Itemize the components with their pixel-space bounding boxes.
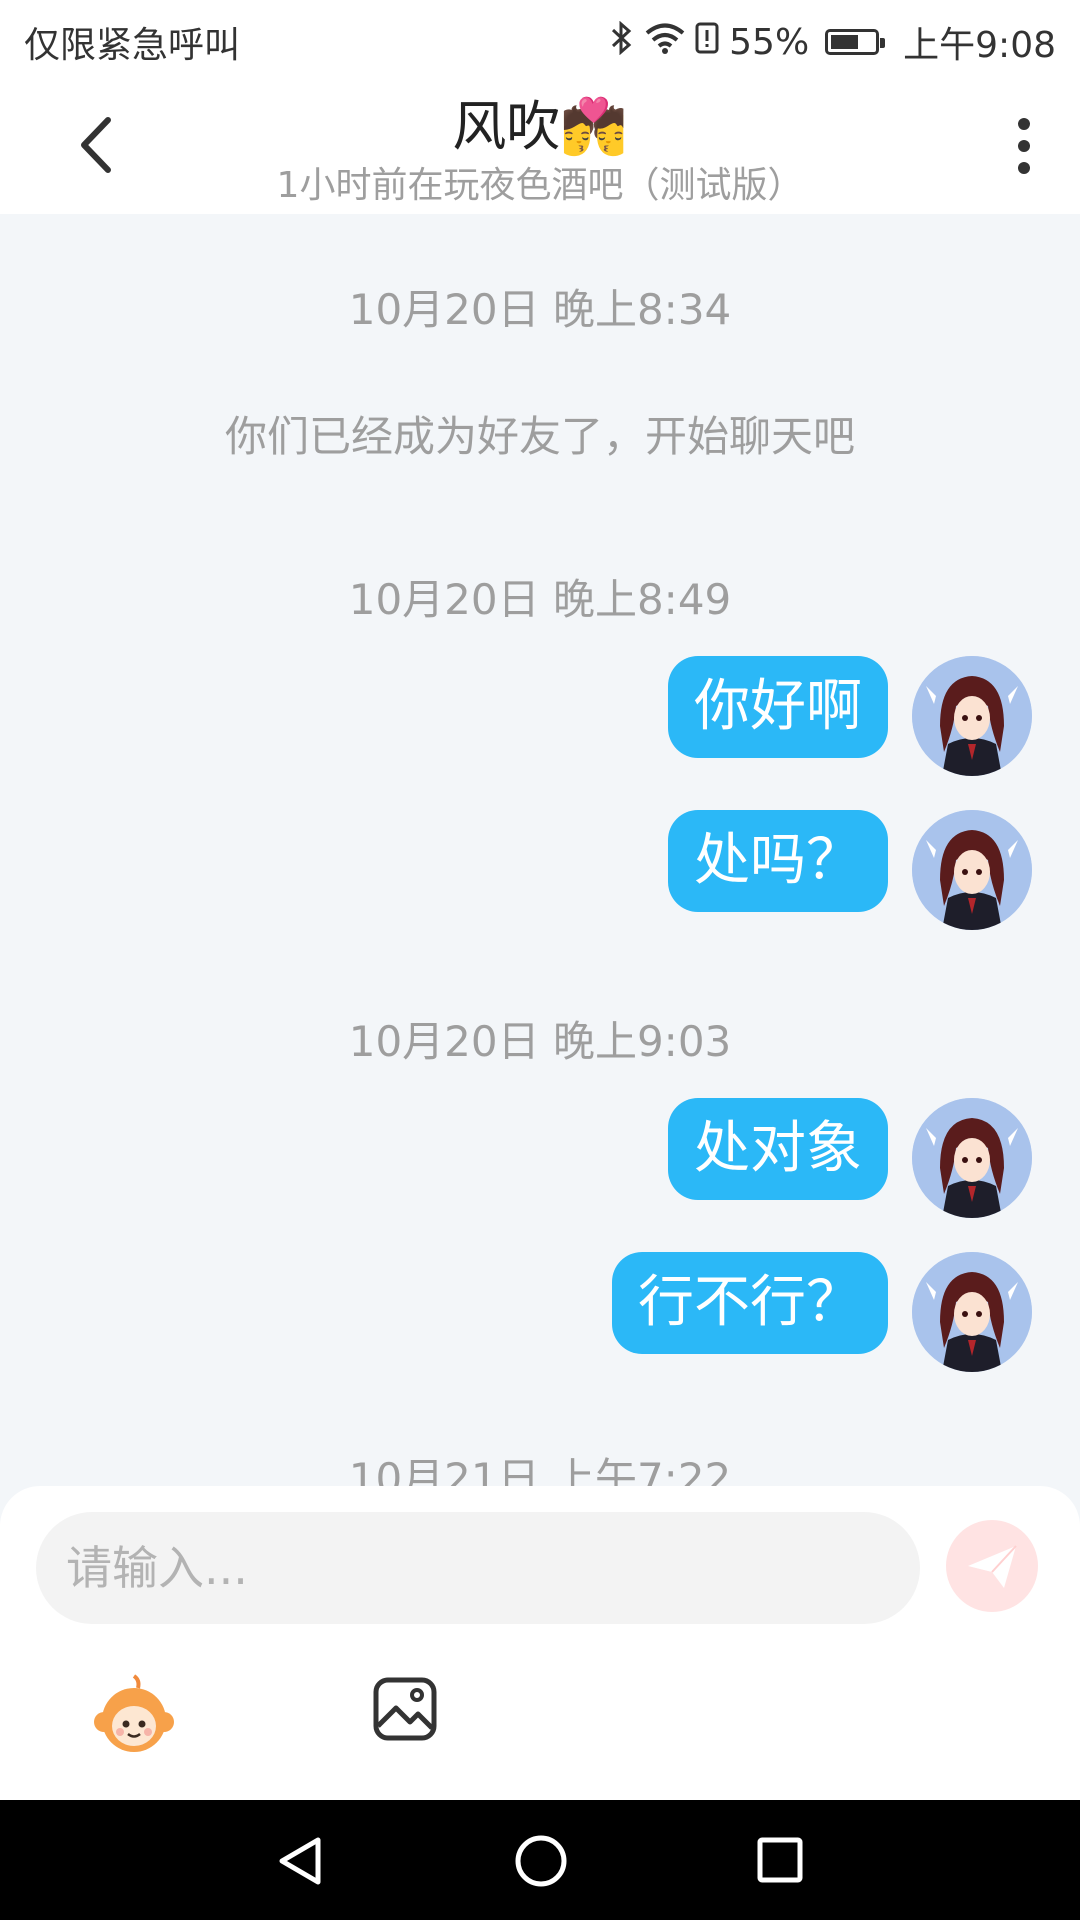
clock: 上午9:08 <box>903 25 1056 66</box>
outgoing-message-bubble[interactable]: 处吗？ <box>668 810 888 912</box>
anime-girl-avatar-icon <box>912 656 1032 776</box>
message-timestamp: 10月20日 晚上8:34 <box>348 285 732 334</box>
emoji-button[interactable] <box>90 1670 178 1758</box>
chat-subtitle: 1小时前在玩夜色酒吧（测试版） <box>276 165 804 206</box>
message-timestamp: 10月20日 晚上9:03 <box>348 1017 732 1066</box>
circle-home-icon[interactable] <box>514 1834 568 1888</box>
user-avatar[interactable] <box>912 1252 1032 1372</box>
carrier-text: 仅限紧急呼叫 <box>24 25 241 66</box>
more-button[interactable] <box>1002 114 1046 178</box>
alert-sim-icon <box>695 22 719 62</box>
system-message: 你们已经成为好友了，开始聊天吧 <box>224 412 855 461</box>
send-button[interactable] <box>946 1520 1038 1612</box>
anime-girl-avatar-icon <box>912 1252 1032 1372</box>
user-avatar[interactable] <box>912 656 1032 776</box>
mascot-emoji-icon <box>94 1674 174 1752</box>
outgoing-message-bubble[interactable]: 你好啊 <box>668 656 888 758</box>
composer-panel: 请输入... <box>0 1486 1080 1800</box>
user-avatar[interactable] <box>912 810 1032 930</box>
status-bar: 仅限紧急呼叫 55% 上午9:08 <box>0 0 1080 74</box>
system-navigation-bar <box>0 1800 1080 1920</box>
anime-girl-avatar-icon <box>912 810 1032 930</box>
image-icon <box>373 1677 437 1741</box>
outgoing-message-bubble[interactable]: 处对象 <box>668 1098 888 1200</box>
chat-title: 风吹💏 <box>452 95 628 158</box>
status-icons: 55% 上午9:08 <box>609 16 1056 68</box>
more-vertical-icon <box>1018 118 1030 174</box>
wifi-icon <box>645 22 685 62</box>
message-timestamp: 10月20日 晚上8:49 <box>348 575 732 624</box>
image-button[interactable] <box>372 1676 438 1742</box>
outgoing-message-bubble[interactable]: 行不行？ <box>612 1252 888 1354</box>
square-recent-icon[interactable] <box>756 1836 804 1884</box>
triangle-back-icon[interactable] <box>276 1836 326 1886</box>
battery-icon <box>825 29 886 55</box>
user-avatar[interactable] <box>912 1098 1032 1218</box>
bluetooth-icon <box>609 20 635 63</box>
paper-plane-icon <box>968 1545 1017 1588</box>
message-input[interactable]: 请输入... <box>36 1512 920 1624</box>
chat-header: 风吹💏 1小时前在玩夜色酒吧（测试版） <box>0 74 1080 214</box>
battery-percent: 55% <box>729 21 810 63</box>
anime-girl-avatar-icon <box>912 1098 1032 1218</box>
